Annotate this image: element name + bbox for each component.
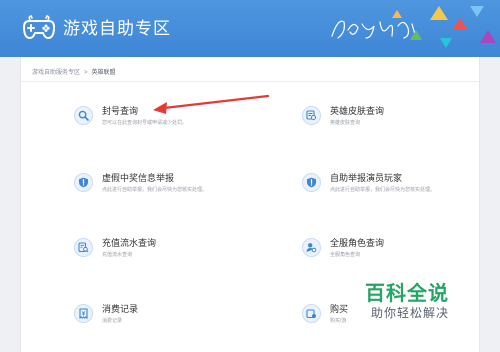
service-name: 自助举报演员玩家 [330, 173, 403, 183]
service-name: 购买 [330, 304, 349, 314]
decor-triangle [410, 30, 422, 40]
breadcrumb: 游戏自助服务专区 > 英雄联盟 [32, 67, 116, 76]
service-name: 虚假中奖信息举报 [102, 173, 175, 183]
wallet-icon [74, 304, 93, 323]
service-desc: 点此进行自助举报，我们会尽快为您核实处理。 [102, 187, 208, 193]
service-desc: 购买/游 [330, 318, 347, 324]
service-recharge-flow-query[interactable]: 充值流水查询 充值流水查询 [74, 236, 274, 266]
watermark-tagline: 助你轻松解决 [371, 306, 450, 320]
service-desc: 英雄皮肤查询 [330, 120, 361, 126]
service-server-role-query[interactable]: 全服角色查询 全服角色查询 [302, 236, 500, 266]
hero-skin-icon [302, 106, 321, 125]
divider [21, 81, 479, 82]
service-name: 充值流水查询 [102, 238, 157, 248]
decor-triangle [470, 6, 484, 17]
search-icon [74, 106, 93, 125]
page-title: 游戏自助专区 [63, 19, 171, 38]
service-name: 全服角色查询 [330, 238, 385, 248]
watermark: 百科全说 助你轻松解决 [362, 277, 462, 327]
breadcrumb-separator: > [84, 70, 88, 76]
service-fake-prize-report[interactable]: 虚假中奖信息举报 点此进行自助举报，我们会尽快为您核实处理。 [74, 171, 274, 201]
service-desc: 消费记录 [102, 318, 123, 324]
service-desc: 全服角色查询 [330, 252, 361, 258]
breadcrumb-root-link[interactable]: 游戏自助服务专区 [32, 70, 80, 76]
recharge-search-icon [74, 238, 93, 257]
annotation-arrow [153, 94, 270, 114]
decor-triangle [452, 18, 468, 30]
decor-triangle [440, 38, 452, 48]
service-name: 消费记录 [102, 304, 139, 314]
service-name: 封号查询 [102, 106, 139, 116]
purchase-icon [302, 304, 321, 323]
slogan-calligraphy [331, 20, 417, 39]
service-desc: 您可以在此查询封号或申请减少处罚。 [102, 120, 188, 126]
watermark-brand: 百科全说 [365, 283, 449, 305]
decor-triangle [480, 30, 496, 43]
user-search-icon [302, 238, 321, 257]
decor-triangle [392, 10, 402, 18]
top-header: 游戏自助专区 [0, 0, 500, 57]
shield-alert-icon [74, 173, 93, 192]
service-name: 英雄皮肤查询 [330, 106, 385, 116]
service-report-actor-player[interactable]: 自助举报演员玩家 点此进行自助举报，我们会尽快为您核实处理。 [302, 171, 500, 201]
service-consumption-record[interactable]: 消费记录 消费记录 [74, 302, 274, 332]
breadcrumb-current: 英雄联盟 [91, 70, 116, 76]
service-desc: 点此进行自助举报，我们会尽快为您核实处理。 [330, 187, 436, 193]
decor-triangle [430, 6, 448, 20]
shield-alert-icon [302, 173, 321, 192]
service-desc: 充值流水查询 [102, 252, 133, 258]
service-hero-skin-query[interactable]: 英雄皮肤查询 英雄皮肤查询 [302, 104, 500, 134]
gamepad-logo-icon [22, 15, 56, 40]
